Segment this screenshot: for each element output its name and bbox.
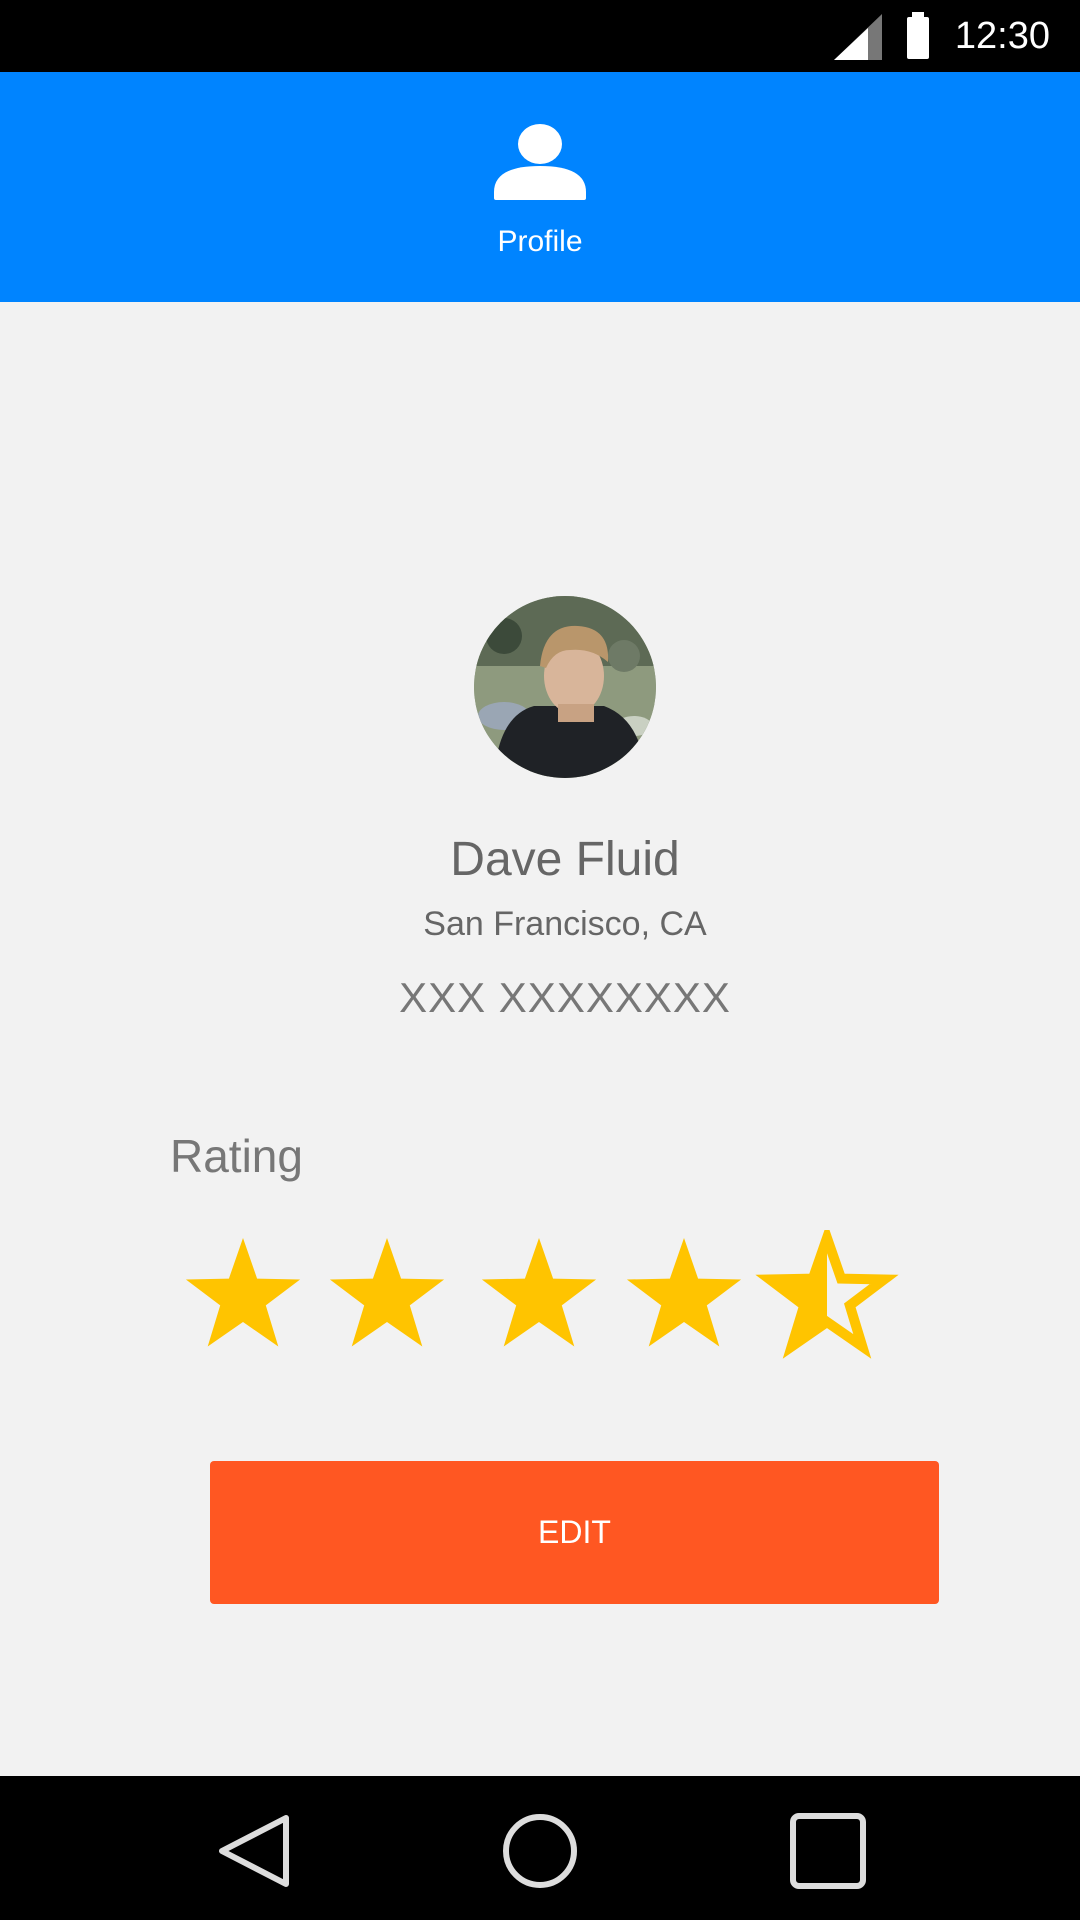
edit-button[interactable]: EDIT xyxy=(210,1461,939,1604)
rating-label: Rating xyxy=(170,1130,303,1182)
person-icon xyxy=(494,124,586,200)
navigation-bar xyxy=(0,1776,1080,1920)
app-bar: Profile xyxy=(0,72,1080,302)
profile-phone: XXX XXXXXXXX xyxy=(399,974,731,1021)
back-icon[interactable] xyxy=(210,1806,300,1896)
star-full-icon xyxy=(626,1238,742,1347)
status-bar: 12:30 xyxy=(0,0,1080,72)
star-full-icon xyxy=(185,1238,301,1347)
rating-stars xyxy=(185,1230,899,1359)
battery-icon xyxy=(907,12,929,59)
star-full-icon xyxy=(329,1238,445,1347)
profile-photo xyxy=(474,596,656,778)
profile-name: Dave Fluid xyxy=(450,833,680,886)
profile-location: San Francisco, CA xyxy=(423,905,707,943)
avatar xyxy=(474,596,656,778)
status-time: 12:30 xyxy=(954,15,1050,57)
home-icon[interactable] xyxy=(495,1806,585,1896)
star-full-icon xyxy=(481,1238,597,1347)
recents-icon[interactable] xyxy=(783,1806,873,1896)
cellular-signal-icon xyxy=(834,14,882,60)
page-title: Profile xyxy=(497,225,583,258)
